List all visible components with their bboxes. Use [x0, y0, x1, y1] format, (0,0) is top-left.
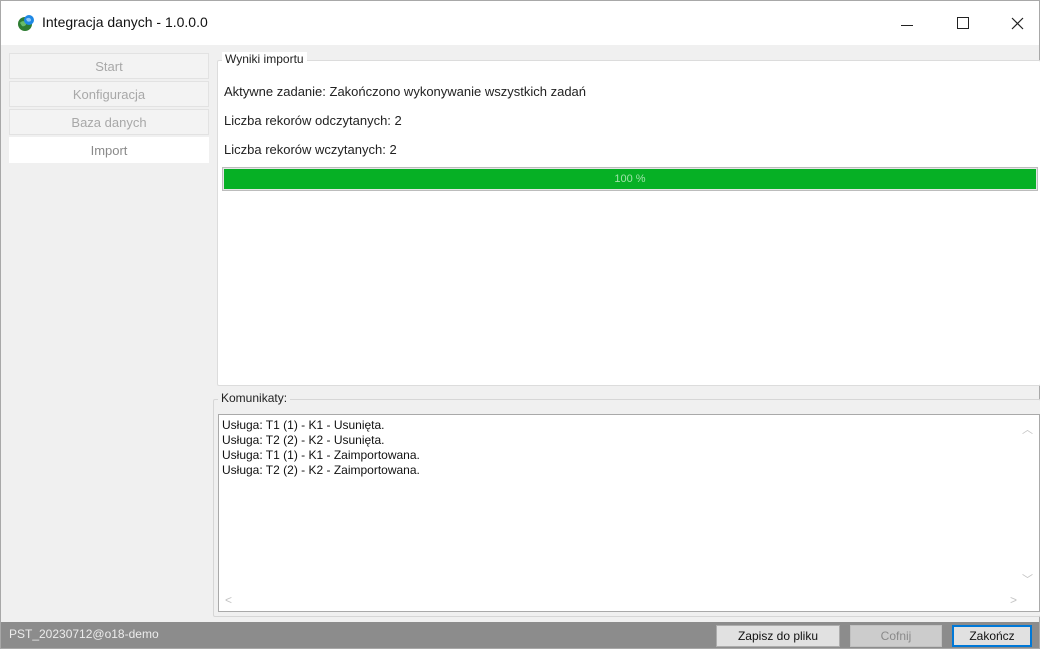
scroll-left-arrow-icon[interactable]: <	[225, 593, 232, 607]
minimize-button[interactable]	[881, 1, 933, 45]
message-line: Usługa: T1 (1) - K1 - Usunięta.	[222, 418, 385, 432]
connection-status-text: PST_20230712@o18-demo	[9, 627, 159, 641]
back-button[interactable]: Cofnij	[850, 625, 942, 647]
status-bar: PST_20230712@o18-demo Zapisz do pliku Co…	[1, 622, 1039, 648]
app-window: Integracja danych - 1.0.0.0 Start Konfig…	[0, 0, 1040, 649]
sidebar-item-import[interactable]: Import	[9, 137, 209, 163]
messages-group: Komunikaty: Usługa: T1 (1) - K1 - Usunię…	[213, 391, 1040, 617]
close-button[interactable]	[991, 1, 1040, 45]
import-results-group: Wyniki importu Aktywne zadanie: Zakończo…	[217, 52, 1040, 386]
import-results-title: Wyniki importu	[222, 52, 307, 66]
messages-log[interactable]: Usługa: T1 (1) - K1 - Usunięta. Usługa: …	[218, 414, 1040, 612]
records-loaded-text: Liczba rekorów wczytanych: 2	[224, 142, 397, 157]
minimize-icon	[901, 24, 913, 26]
sidebar-item-start[interactable]: Start	[9, 53, 209, 79]
message-line: Usługa: T2 (2) - K2 - Zaimportowana.	[222, 463, 420, 477]
messages-title: Komunikaty:	[218, 391, 291, 405]
scroll-up-arrow-icon[interactable]: ︿	[1022, 421, 1033, 437]
scroll-down-arrow-icon[interactable]: ﹀	[1022, 571, 1033, 587]
active-task-text: Aktywne zadanie: Zakończono wykonywanie …	[224, 84, 587, 99]
progress-fill: 100 %	[224, 169, 1036, 189]
app-globe-icon	[17, 14, 35, 32]
message-line: Usługa: T2 (2) - K2 - Usunięta.	[222, 433, 385, 447]
title-bar: Integracja danych - 1.0.0.0	[1, 1, 1039, 45]
wizard-sidebar: Start Konfiguracja Baza danych Import	[7, 51, 209, 618]
sidebar-item-baza-danych[interactable]: Baza danych	[9, 109, 209, 135]
finish-button[interactable]: Zakończ	[952, 625, 1032, 647]
maximize-icon	[957, 17, 969, 29]
sidebar-item-konfiguracja[interactable]: Konfiguracja	[9, 81, 209, 107]
maximize-button[interactable]	[937, 1, 989, 45]
close-icon	[1011, 17, 1023, 29]
records-read-text: Liczba rekorów odczytanych: 2	[224, 113, 402, 128]
save-to-file-button[interactable]: Zapisz do pliku	[716, 625, 840, 647]
window-title: Integracja danych - 1.0.0.0	[42, 14, 208, 30]
scroll-right-arrow-icon[interactable]: >	[1010, 593, 1017, 607]
message-line: Usługa: T1 (1) - K1 - Zaimportowana.	[222, 448, 420, 462]
import-progress-bar: 100 %	[222, 167, 1038, 191]
progress-label: 100 %	[614, 173, 646, 185]
